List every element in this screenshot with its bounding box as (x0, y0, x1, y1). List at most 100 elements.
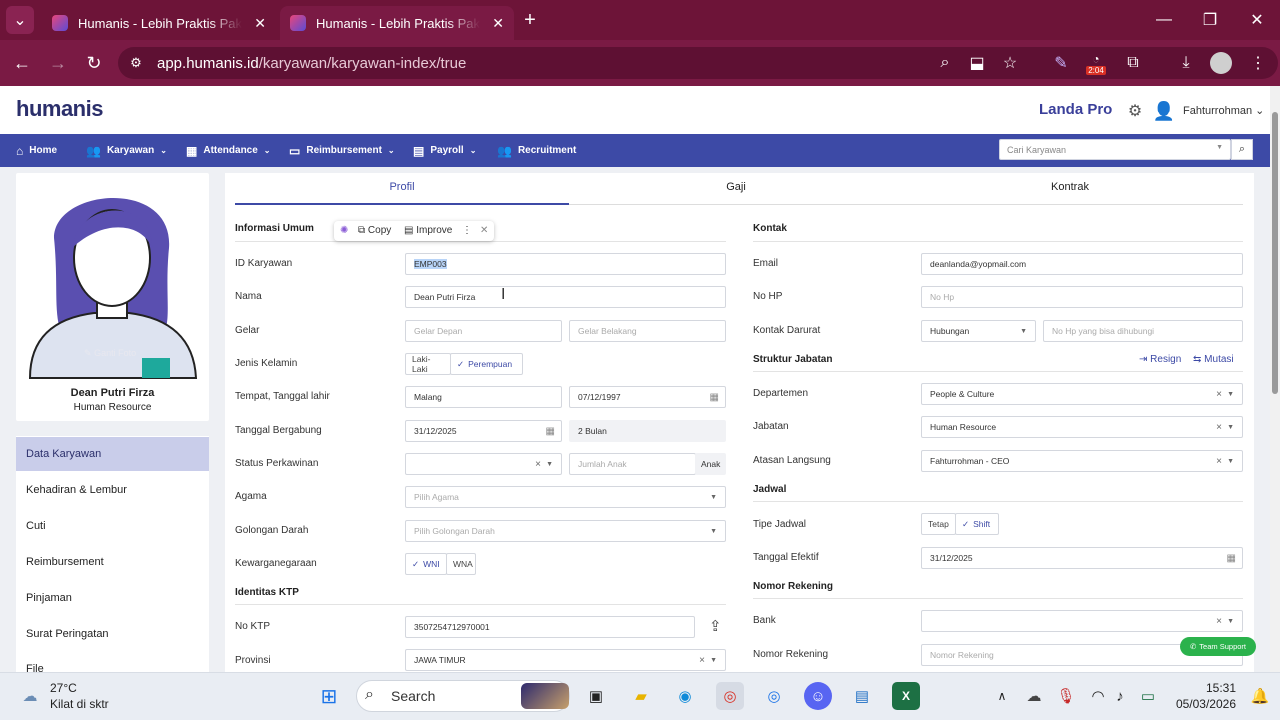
schedule-shift-option[interactable]: ✓ Shift (955, 513, 999, 535)
mutasi-button[interactable]: ⇆ Mutasi (1193, 354, 1234, 365)
taskbar-search-label[interactable]: Search (391, 688, 435, 704)
email-input[interactable]: deanlanda@yopmail.com (921, 253, 1243, 275)
religion-select[interactable]: Pilih Agama ▼ (405, 486, 726, 508)
nama-input[interactable]: Dean Putri Firza (405, 286, 726, 308)
weather-icon[interactable]: ☁ (16, 682, 44, 710)
relation-select[interactable]: Hubungan ▼ (921, 320, 1036, 342)
tab-search-icon[interactable]: ⌄ (6, 6, 34, 34)
upload-icon[interactable]: ⇪ (709, 617, 722, 635)
excel-icon[interactable]: X (892, 682, 920, 710)
scrollbar-thumb[interactable] (1272, 112, 1278, 394)
clear-icon[interactable]: × (1216, 422, 1222, 433)
search-icon[interactable]: ⌕ (1231, 139, 1253, 160)
calendar-icon[interactable]: ▦ (546, 426, 555, 437)
close-window-icon[interactable]: ✕ (1243, 6, 1271, 34)
gelar-belakang-input[interactable]: Gelar Belakang (569, 320, 726, 342)
tab-kontrak[interactable]: Kontrak (903, 181, 1237, 193)
department-select[interactable]: People & Culture × ▼ (921, 383, 1243, 405)
close-icon[interactable]: ✕ (480, 225, 488, 236)
nav-recruitment[interactable]: 👥 Recruitment (497, 134, 576, 167)
edge-icon[interactable]: ◉ (671, 682, 699, 710)
taskbar-date[interactable]: 05/03/2026 (1166, 697, 1236, 711)
nav-reimbursement[interactable]: ▭ Reimbursement ⌄ (289, 134, 395, 167)
chrome-profile-icon[interactable]: ◎ (716, 682, 744, 710)
task-view-icon[interactable]: ▣ (582, 682, 610, 710)
province-select[interactable]: JAWA TIMUR × ▼ (405, 649, 726, 671)
menu-cuti[interactable]: Cuti (16, 509, 209, 543)
cloud-icon[interactable]: ☁ (1020, 682, 1048, 710)
citizen-wna-option[interactable]: WNA (446, 553, 476, 575)
profile-avatar-icon[interactable] (1207, 49, 1235, 77)
position-select[interactable]: Human Resource × ▼ (921, 416, 1243, 438)
url-text[interactable]: app.humanis.id/karyawan/karyawan-index/t… (157, 55, 466, 72)
clear-icon[interactable]: × (1216, 389, 1222, 400)
gender-male-option[interactable]: Laki-Laki (405, 353, 451, 375)
volume-icon[interactable]: ♪ (1106, 682, 1134, 710)
tray-overflow-icon[interactable]: ∧ (988, 682, 1016, 710)
tab-gaji[interactable]: Gaji (569, 181, 903, 193)
browser-menu-icon[interactable]: ⋮ (1244, 49, 1272, 77)
menu-file[interactable]: File (16, 653, 209, 672)
emergency-phone-input[interactable]: No Hp yang bisa dihubungi (1043, 320, 1243, 342)
blood-type-select[interactable]: Pilih Golongan Darah ▼ (405, 520, 726, 542)
user-menu[interactable]: Fahturrohman ⌄ (1183, 104, 1264, 117)
gender-female-option[interactable]: ✓ Perempuan (450, 353, 523, 375)
citizen-wni-option[interactable]: ✓ WNI (405, 553, 447, 575)
install-app-icon[interactable]: ⬓ (963, 49, 991, 77)
user-avatar-icon[interactable]: 👤 (1150, 97, 1178, 125)
nav-attendance[interactable]: ▦ Attendance ⌄ (186, 134, 271, 167)
nav-home[interactable]: ⌂ Home (16, 134, 57, 167)
bank-select[interactable]: × ▼ (921, 610, 1243, 632)
minimize-icon[interactable]: — (1150, 6, 1178, 34)
clear-icon[interactable]: × (535, 459, 541, 470)
menu-pinjaman[interactable]: Pinjaman (16, 581, 209, 615)
menu-reimbursement[interactable]: Reimbursement (16, 545, 209, 579)
birth-place-input[interactable]: Malang (405, 386, 562, 408)
ktp-number-input[interactable]: 3507254712970001 (405, 616, 695, 638)
weather-description[interactable]: Kilat di sktr (50, 697, 109, 711)
more-options-icon[interactable]: ⋮ (462, 225, 472, 236)
extensions-puzzle-icon[interactable]: ⧉ (1119, 49, 1147, 77)
site-info-icon[interactable]: ⚙ (122, 49, 150, 77)
copy-button[interactable]: ⧉ Copy (358, 225, 391, 236)
timer-extension-icon[interactable]: ◔ 2:04 (1082, 49, 1110, 77)
windows-start-icon[interactable]: ⊞ (315, 682, 343, 710)
humanis-logo[interactable]: humanis (16, 96, 103, 122)
notifications-bell-icon[interactable]: 🔔 (1246, 682, 1274, 710)
discord-icon[interactable]: ☺ (804, 682, 832, 710)
close-tab-icon[interactable]: ✕ (492, 15, 504, 32)
calendar-icon[interactable]: ▦ (710, 392, 719, 403)
zoom-icon[interactable]: ⌕ (931, 49, 959, 77)
supervisor-select[interactable]: Fahturrohman - CEO × ▼ (921, 450, 1243, 472)
microphone-icon[interactable]: 🎙 (1052, 682, 1080, 710)
restore-icon[interactable]: ❐ (1196, 6, 1224, 34)
improve-button[interactable]: ▤ Improve (404, 225, 452, 236)
join-date-input[interactable]: 31/12/2025 ▦ (405, 420, 562, 442)
menu-surat-peringatan[interactable]: Surat Peringatan (16, 617, 209, 651)
forward-icon[interactable]: → (44, 49, 72, 77)
calendar-icon[interactable]: ▦ (1227, 553, 1236, 564)
clear-icon[interactable]: × (699, 655, 705, 666)
back-icon[interactable]: ← (8, 49, 36, 77)
gelar-depan-input[interactable]: Gelar Depan (405, 320, 562, 342)
browser-tab-1[interactable]: Humanis - Lebih Praktis Pakai HRIS ✕ (42, 6, 276, 40)
menu-data-karyawan[interactable]: Data Karyawan (16, 437, 209, 471)
browser-tab-2[interactable]: Humanis - Lebih Praktis Pakai HRIS ✕ (280, 6, 514, 40)
team-support-button[interactable]: ✆ Team Support (1180, 637, 1256, 656)
children-count-input[interactable]: Jumlah Anak (569, 453, 696, 475)
weather-temperature[interactable]: 27°C (50, 681, 77, 695)
file-explorer-icon[interactable]: ▰ (627, 682, 655, 710)
chrome-icon[interactable]: ◎ (760, 682, 788, 710)
resign-button[interactable]: ⇥ Resign (1139, 354, 1181, 365)
bookmark-star-icon[interactable]: ☆ (996, 49, 1024, 77)
phone-input[interactable]: No Hp (921, 286, 1243, 308)
nav-payroll[interactable]: ▤ Payroll ⌄ (413, 134, 476, 167)
notepad-icon[interactable]: ▤ (848, 682, 876, 710)
feather-extension-icon[interactable]: ✎ (1047, 49, 1075, 77)
nav-karyawan[interactable]: 👥 Karyawan ⌄ (86, 134, 167, 167)
birth-date-input[interactable]: 07/12/1997 ▦ (569, 386, 726, 408)
id-karyawan-input[interactable]: EMP003 (405, 253, 726, 275)
marital-status-select[interactable]: × ▼ (405, 453, 562, 475)
schedule-fixed-option[interactable]: Tetap (921, 513, 956, 535)
clear-icon[interactable]: × (1216, 456, 1222, 467)
